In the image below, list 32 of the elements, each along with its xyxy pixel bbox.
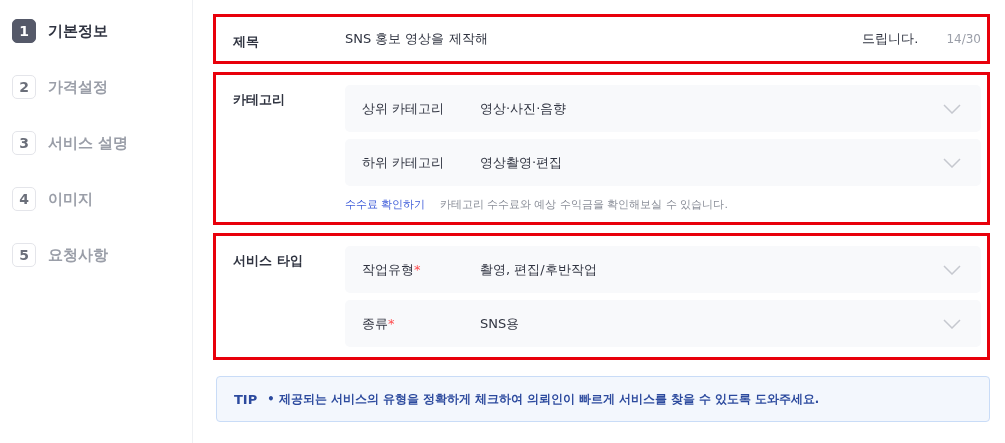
step-number[interactable]: 4 xyxy=(12,187,36,211)
chevron-down-icon xyxy=(943,318,961,329)
chevron-down-icon xyxy=(943,157,961,168)
dropdown-select[interactable]: 종류* SNS용 xyxy=(345,300,981,347)
select-value: 촬영, 편집/후반작업 xyxy=(480,260,598,279)
step-number[interactable]: 3 xyxy=(12,131,36,155)
select-label: 종류* xyxy=(362,314,396,333)
dropdown-select[interactable]: 하위 카테고리 영상촬영·편집 xyxy=(345,139,981,186)
select-value: SNS용 xyxy=(480,314,521,333)
select-value: 영상·사진·음향 xyxy=(480,99,568,118)
dropdown-select[interactable]: 작업유형* 촬영, 편집/후반작업 xyxy=(345,246,981,293)
select-value: 영상촬영·편집 xyxy=(480,153,564,172)
title-input[interactable]: SNS 홍보 영상을 제작해 xyxy=(345,30,863,48)
tip-text: • 제공되는 서비스의 유형을 정확하게 체크하여 의뢰인이 빠르게 서비스를 찾을 수 있도록 도와주세요. xyxy=(267,391,819,407)
tip-label: TIP xyxy=(234,391,258,407)
character-counter: 14/30 xyxy=(946,32,981,46)
dropdown-select[interactable]: 상위 카테고리 영상·사진·음향 xyxy=(345,85,981,132)
fee-note: 카테고리 수수료와 예상 수익금을 확인해보실 수 있습니다. xyxy=(439,197,728,212)
step-number[interactable]: 1 xyxy=(12,19,36,43)
select-label: 작업유형* xyxy=(362,260,422,279)
section-label: 카테고리 xyxy=(233,91,286,109)
chevron-down-icon xyxy=(943,264,961,275)
section-label: 서비스 타입 xyxy=(233,252,304,270)
step-label[interactable]: 기본정보 xyxy=(48,21,108,41)
select-label: 하위 카테고리 xyxy=(362,153,446,172)
section-label: 제목 xyxy=(233,33,260,51)
title-suffix: 드립니다. xyxy=(862,30,919,48)
chevron-down-icon xyxy=(943,103,961,114)
step-number[interactable]: 2 xyxy=(12,75,36,99)
select-label: 상위 카테고리 xyxy=(362,99,446,118)
step-number[interactable]: 5 xyxy=(12,243,36,267)
fee-link[interactable]: 수수료 확인하기 xyxy=(345,197,426,212)
